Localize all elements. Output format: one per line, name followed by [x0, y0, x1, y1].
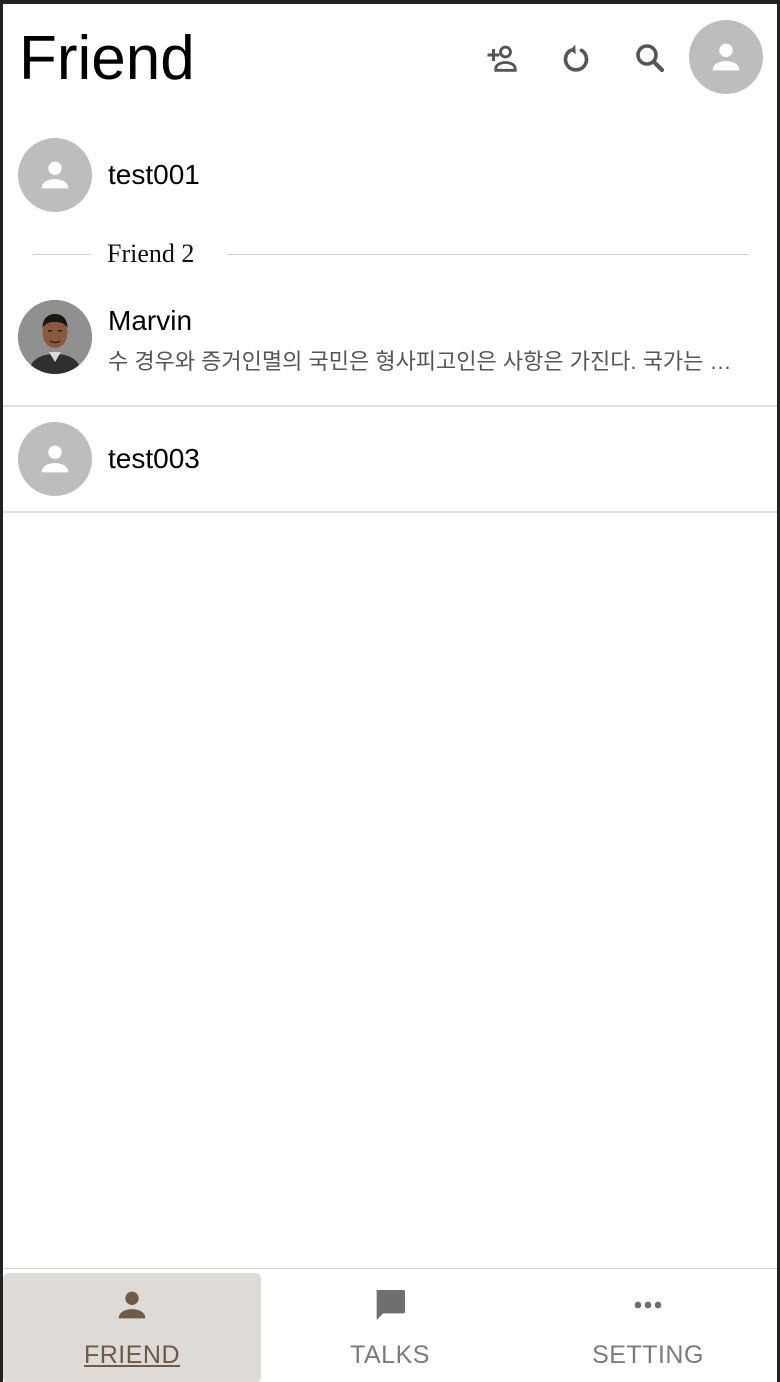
more-icon	[626, 1283, 670, 1327]
search-button[interactable]	[626, 34, 674, 82]
my-profile-name: test001	[108, 159, 200, 190]
my-profile-avatar[interactable]	[689, 20, 763, 94]
refresh-button[interactable]	[552, 34, 600, 82]
friend-name: test003	[108, 443, 200, 474]
friend-group-label: Friend 2	[107, 239, 195, 268]
search-icon	[636, 44, 665, 73]
app-header: Friend	[3, 4, 777, 116]
friend-row[interactable]: test003	[3, 422, 777, 508]
add-friend-button[interactable]	[477, 34, 525, 82]
friend-group-header: Friend 2	[33, 236, 749, 272]
friend-status-message: 수 경우와 증거인멸의 국민은 형사피고인은 사항은 가진다. 국가는 모든 국…	[108, 349, 748, 374]
avatar	[18, 138, 92, 212]
tab-friend[interactable]: FRIEND	[3, 1273, 261, 1382]
chat-icon	[368, 1283, 412, 1327]
divider	[3, 511, 777, 513]
bottom-nav: FRIEND TALKS SETTING	[3, 1268, 777, 1382]
tab-talks-label: TALKS	[350, 1341, 430, 1369]
app-frame: Friend test001 Friend 2 Marvin 수 경우와 증거인…	[0, 0, 780, 1382]
tab-talks[interactable]: TALKS	[261, 1273, 519, 1382]
divider	[33, 254, 91, 255]
profile-photo	[18, 300, 92, 374]
friend-name: Marvin	[108, 305, 193, 336]
tab-setting[interactable]: SETTING	[519, 1273, 777, 1382]
divider	[3, 405, 777, 407]
my-profile-icon	[712, 43, 740, 71]
tab-friend-label: FRIEND	[83, 1341, 181, 1369]
avatar	[18, 422, 92, 496]
friend-row[interactable]: Marvin 수 경우와 증거인멸의 국민은 형사피고인은 사항은 가진다. 국…	[3, 298, 777, 406]
divider	[227, 254, 749, 255]
page-title: Friend	[19, 24, 195, 93]
refresh-icon	[563, 44, 589, 72]
friend-photo-avatar	[18, 300, 92, 374]
person-placeholder-icon	[41, 445, 69, 473]
person-placeholder-icon	[41, 161, 69, 189]
add-friend-icon	[487, 45, 517, 72]
my-profile-row[interactable]: test001	[3, 138, 777, 222]
person-icon	[110, 1283, 154, 1327]
tab-setting-label: SETTING	[592, 1341, 704, 1369]
